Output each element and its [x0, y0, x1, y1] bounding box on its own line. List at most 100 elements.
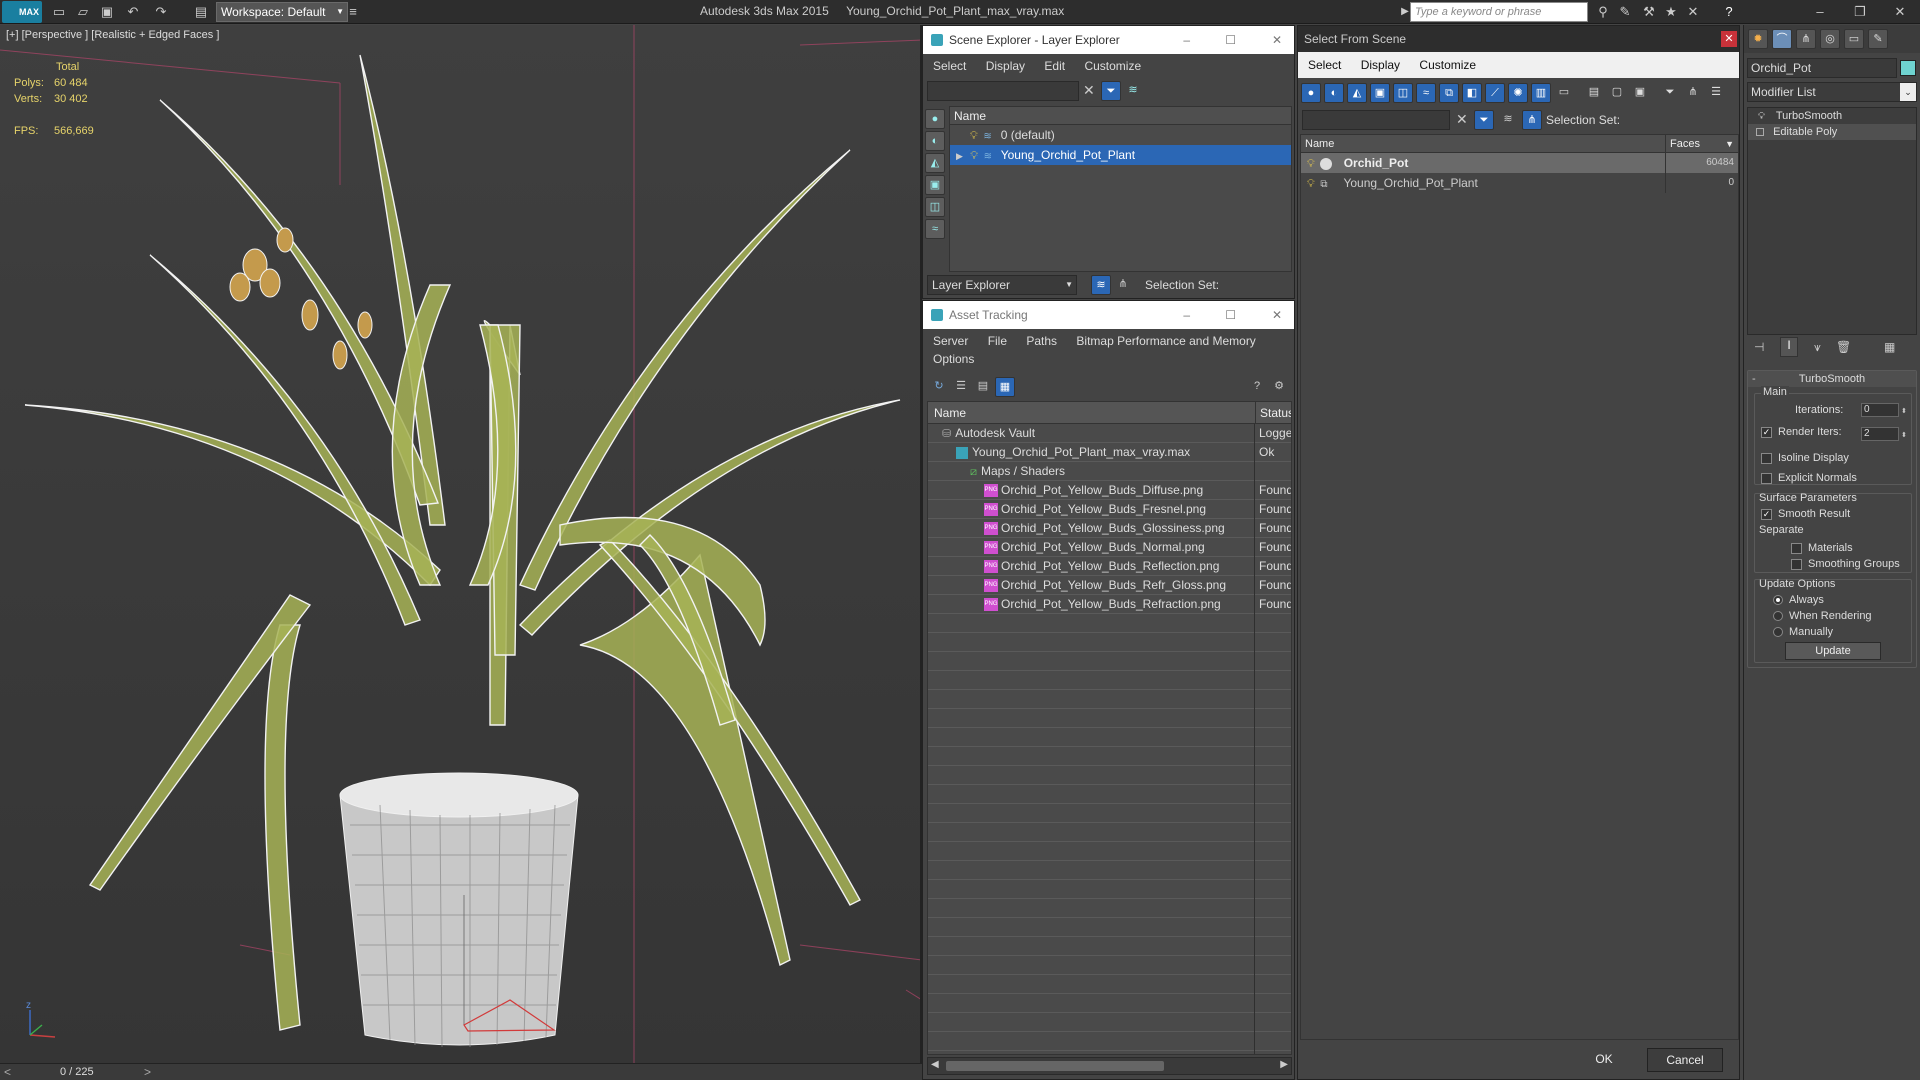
horizontal-scrollbar[interactable]: ◀ ▶ [927, 1057, 1292, 1075]
camera-filter-icon[interactable]: ▣ [1370, 83, 1390, 103]
workspace-dropdown[interactable]: Workspace: Default ▼ [216, 2, 348, 22]
ok-button[interactable]: OK [1573, 1048, 1635, 1072]
close-button[interactable]: ✕ [1880, 0, 1920, 24]
object-name-field[interactable]: Orchid_Pot [1747, 58, 1897, 78]
time-slider[interactable]: < 0 / 225 > [0, 1063, 922, 1080]
spinner-arrows-icon[interactable]: ⬍ [1901, 432, 1907, 439]
object-row-selected[interactable]: 💡︎ Orchid_Pot 60484 [1301, 153, 1738, 173]
cancel-button[interactable]: Cancel [1647, 1048, 1723, 1072]
configure-sets-icon[interactable]: ▦ [1884, 340, 1895, 354]
new-file-icon[interactable]: ▭ [50, 3, 68, 21]
materials-checkbox[interactable] [1791, 542, 1802, 554]
maximize-icon[interactable]: ☐ [1225, 301, 1236, 329]
refresh-icon[interactable]: ↻ [929, 377, 949, 397]
redo-icon[interactable]: ↷ [152, 3, 170, 21]
favorites-star-icon[interactable]: ★ [1662, 3, 1680, 21]
lightbulb-icon[interactable]: 💡︎ [1307, 178, 1317, 190]
clear-search-icon[interactable]: ✕ [1083, 82, 1095, 99]
hierarchy-tab-icon[interactable]: ⋔ [1796, 29, 1816, 49]
rollout-header[interactable]: - TurboSmooth [1748, 371, 1916, 387]
asset-row[interactable]: PNG Orchid_Pot_Yellow_Buds_Fresnel.png Fou… [928, 500, 1291, 519]
list-view-icon[interactable]: ☰ [951, 377, 971, 397]
help-icon[interactable]: ? [1247, 377, 1267, 397]
update-button[interactable]: Update [1785, 642, 1881, 660]
scroll-thumb[interactable] [946, 1061, 1164, 1071]
menu-display[interactable]: Display [986, 59, 1025, 73]
scroll-right-icon[interactable]: ▶ [1280, 1059, 1288, 1070]
maximize-icon[interactable]: ☐ [1225, 26, 1236, 54]
minimize-icon[interactable]: – [1183, 301, 1190, 329]
menu-select[interactable]: Select [933, 59, 966, 73]
name-column-header[interactable]: Name [934, 402, 966, 424]
asset-row[interactable]: PNG Orchid_Pot_Yellow_Buds_Diffuse.png Fou… [928, 481, 1291, 500]
layer-sort-icon[interactable]: ≋ [1498, 110, 1518, 130]
open-file-icon[interactable]: ▱ [74, 3, 92, 21]
layer-explorer-icon[interactable]: ≋ [1091, 275, 1111, 295]
smooth-result-checkbox[interactable]: ✓ [1761, 508, 1772, 520]
show-end-result-icon[interactable]: I [1780, 337, 1798, 357]
binoculars-icon[interactable]: ⚲ [1594, 3, 1612, 21]
geometry-filter-icon[interactable]: ● [1301, 83, 1321, 103]
bone-filter-icon[interactable]: ⟋ [1485, 83, 1505, 103]
render-iters-spinner[interactable]: 2 ⬍ [1861, 426, 1907, 441]
select-all-icon[interactable]: ▤ [1584, 83, 1604, 103]
filter-toggle-icon[interactable]: ⏷ [1474, 110, 1494, 130]
settings-icon[interactable]: ⚙ [1269, 377, 1289, 397]
asset-row[interactable]: Young_Orchid_Pot_Plant_max_vray.max Ok [928, 443, 1291, 462]
menu-edit[interactable]: Edit [1044, 59, 1065, 73]
lightbulb-icon[interactable]: 💡︎ [1307, 158, 1317, 170]
filter-icon[interactable]: ⏷ [1101, 81, 1121, 101]
iterations-value[interactable]: 0 [1861, 402, 1899, 417]
scroll-left-icon[interactable]: ◀ [931, 1059, 939, 1070]
menu-paths[interactable]: Paths [1026, 334, 1057, 348]
scene-search-field[interactable] [927, 81, 1079, 101]
tree-view-icon[interactable]: ▤ [973, 377, 993, 397]
iterations-spinner[interactable]: 0 ⬍ [1861, 402, 1907, 417]
pin-stack-icon[interactable]: ⊣ [1754, 340, 1764, 354]
expand-arrow-icon[interactable]: ▶ [956, 151, 963, 161]
geometry-filter-icon[interactable]: ● [925, 109, 945, 129]
utilities-tab-icon[interactable]: ✎ [1868, 29, 1888, 49]
clear-search-icon[interactable]: ✕ [1456, 111, 1468, 128]
time-prev-icon[interactable]: < [4, 1065, 11, 1079]
spacewarp-filter-icon[interactable]: ≈ [1416, 83, 1436, 103]
create-tab-icon[interactable]: ✹ [1748, 29, 1768, 49]
perspective-viewport[interactable]: [+] [Perspective ] [Realistic + Edged Fa… [0, 25, 922, 1063]
select-invert-icon[interactable]: ▣ [1630, 83, 1650, 103]
modify-tab-icon[interactable]: ⌒ [1772, 29, 1792, 49]
always-radio[interactable] [1773, 595, 1783, 606]
modifier-list-dropdown[interactable]: Modifier List ⌄ [1747, 82, 1917, 102]
tools-icon[interactable]: ⚒ [1640, 3, 1658, 21]
when-rendering-radio[interactable] [1773, 611, 1783, 622]
shape-filter-icon[interactable]: ◐ [925, 131, 945, 151]
minimize-button[interactable]: – [1800, 0, 1840, 24]
table-view-icon[interactable]: ▦ [995, 377, 1015, 397]
close-x-icon[interactable]: ✕ [1684, 3, 1702, 21]
menu-display[interactable]: Display [1361, 58, 1400, 72]
modifier-stack-item[interactable]: 💡︎ TurboSmooth [1748, 108, 1916, 124]
app-logo[interactable]: MAX [2, 1, 42, 23]
isoline-checkbox[interactable] [1761, 452, 1772, 464]
remove-modifier-icon[interactable]: 🗑︎ [1836, 340, 1851, 354]
render-iters-checkbox[interactable]: ✓ [1761, 426, 1772, 438]
lightbulb-icon[interactable]: 💡︎ [970, 130, 980, 142]
shape-filter-icon[interactable]: ◐ [1324, 83, 1344, 103]
lightbulb-icon[interactable]: 💡︎ [970, 150, 980, 162]
display-all-icon[interactable]: ▭ [1554, 83, 1574, 103]
container-filter-icon[interactable]: ▥ [1531, 83, 1551, 103]
time-next-icon[interactable]: > [144, 1065, 151, 1079]
name-column-header[interactable]: Name [950, 107, 1291, 125]
save-icon[interactable]: ▣ [98, 3, 116, 21]
asset-row[interactable]: PNG Orchid_Pot_Yellow_Buds_Normal.png Foun… [928, 538, 1291, 557]
asset-row[interactable]: ⛁ Autodesk Vault Logge [928, 424, 1291, 443]
menu-customize[interactable]: Customize [1084, 59, 1141, 73]
menu-bitmap-performance[interactable]: Bitmap Performance and Memory [1076, 334, 1255, 348]
menu-file[interactable]: File [988, 334, 1007, 348]
layer-tools-icon[interactable]: ≋ [1123, 81, 1143, 101]
asset-row[interactable]: ⧄ Maps / Shaders [928, 462, 1291, 481]
filter-funnel-icon[interactable]: ⏷ [1660, 83, 1680, 103]
render-iters-value[interactable]: 2 [1861, 426, 1899, 441]
collapse-icon[interactable]: - [1752, 371, 1756, 387]
hierarchy-icon[interactable]: ⋔ [1683, 83, 1703, 103]
undo-icon[interactable]: ↶ [124, 3, 142, 21]
